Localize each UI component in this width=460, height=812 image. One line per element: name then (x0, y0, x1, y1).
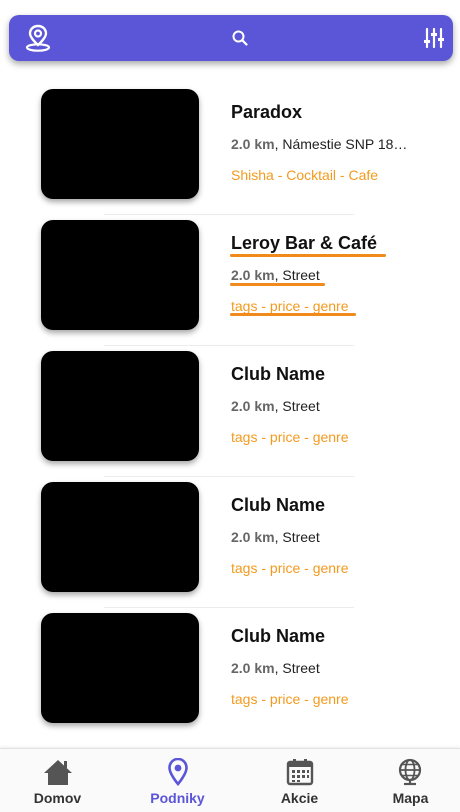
filter-sliders-icon[interactable] (421, 15, 447, 61)
nav-label: Domov (33, 790, 82, 806)
venue-meta: 2.0 km, Street (231, 267, 426, 283)
venue-address: , Street (274, 398, 320, 414)
home-icon (42, 758, 74, 786)
venue-tags: tags - price - genre (231, 691, 349, 707)
annotation-underline (230, 254, 386, 257)
venue-address: , Námestie SNP 18… (274, 136, 408, 152)
map-pin-icon (167, 758, 188, 786)
venue-name: Paradox (231, 102, 303, 122)
venue-address: , Street (274, 529, 320, 545)
nav-item-mapa[interactable]: Mapa (353, 749, 460, 812)
venue-thumbnail (41, 89, 199, 199)
top-app-bar (9, 15, 453, 61)
venue-tags: tags - price - genre (231, 429, 349, 445)
venue-list-item[interactable]: Leroy Bar & Café 2.0 km, Street tags - p… (0, 215, 460, 346)
venue-name: Club Name (231, 364, 326, 384)
venue-list-item[interactable]: Club Name 2.0 km, Street tags - price - … (0, 346, 460, 477)
nav-label: Podniky (150, 790, 205, 806)
venue-list-item[interactable]: Paradox 2.0 km, Námestie SNP 18… Shisha … (0, 84, 460, 215)
venue-list: Paradox 2.0 km, Námestie SNP 18… Shisha … (0, 84, 460, 739)
venue-thumbnail (41, 351, 199, 461)
app-screen: Paradox 2.0 km, Námestie SNP 18… Shisha … (0, 0, 460, 812)
nav-item-podniky[interactable]: Podniky (120, 749, 235, 812)
venue-address: , Street (274, 660, 320, 676)
location-person-icon[interactable] (23, 15, 53, 61)
venue-list-item[interactable]: Club Name 2.0 km, Street tags - price - … (0, 477, 460, 608)
venue-thumbnail (41, 613, 199, 723)
calendar-icon (286, 758, 314, 786)
venue-thumbnail (41, 482, 199, 592)
venue-meta: 2.0 km, Námestie SNP 18… (231, 136, 426, 152)
search-icon[interactable] (229, 15, 251, 61)
venue-distance: 2.0 km (231, 398, 275, 414)
venue-name: Club Name (231, 495, 326, 515)
venue-meta: 2.0 km, Street (231, 529, 426, 545)
venue-tags: tags - price - genre (231, 298, 349, 314)
venue-distance: 2.0 km (231, 267, 275, 283)
venue-name: Club Name (231, 626, 326, 646)
nav-item-akcie[interactable]: Akcie (242, 749, 357, 812)
venue-tags: Shisha - Cocktail - Cafe (231, 167, 379, 183)
venue-distance: 2.0 km (231, 529, 275, 545)
nav-label: Akcie (280, 790, 319, 806)
venue-list-item[interactable]: Club Name 2.0 km, Street tags - price - … (0, 608, 460, 739)
venue-meta: 2.0 km, Street (231, 398, 426, 414)
bottom-navigation: Domov Podniky Akcie Mapa (0, 748, 460, 812)
venue-tags: tags - price - genre (231, 560, 349, 576)
globe-icon (397, 758, 425, 786)
nav-item-domov[interactable]: Domov (0, 749, 115, 812)
venue-name: Leroy Bar & Café (231, 233, 378, 253)
annotation-underline (230, 313, 356, 316)
venue-distance: 2.0 km (231, 136, 275, 152)
annotation-underline (230, 283, 325, 286)
venue-thumbnail (41, 220, 199, 330)
venue-distance: 2.0 km (231, 660, 275, 676)
venue-address: , Street (274, 267, 320, 283)
venue-meta: 2.0 km, Street (231, 660, 426, 676)
nav-label: Mapa (392, 790, 429, 806)
